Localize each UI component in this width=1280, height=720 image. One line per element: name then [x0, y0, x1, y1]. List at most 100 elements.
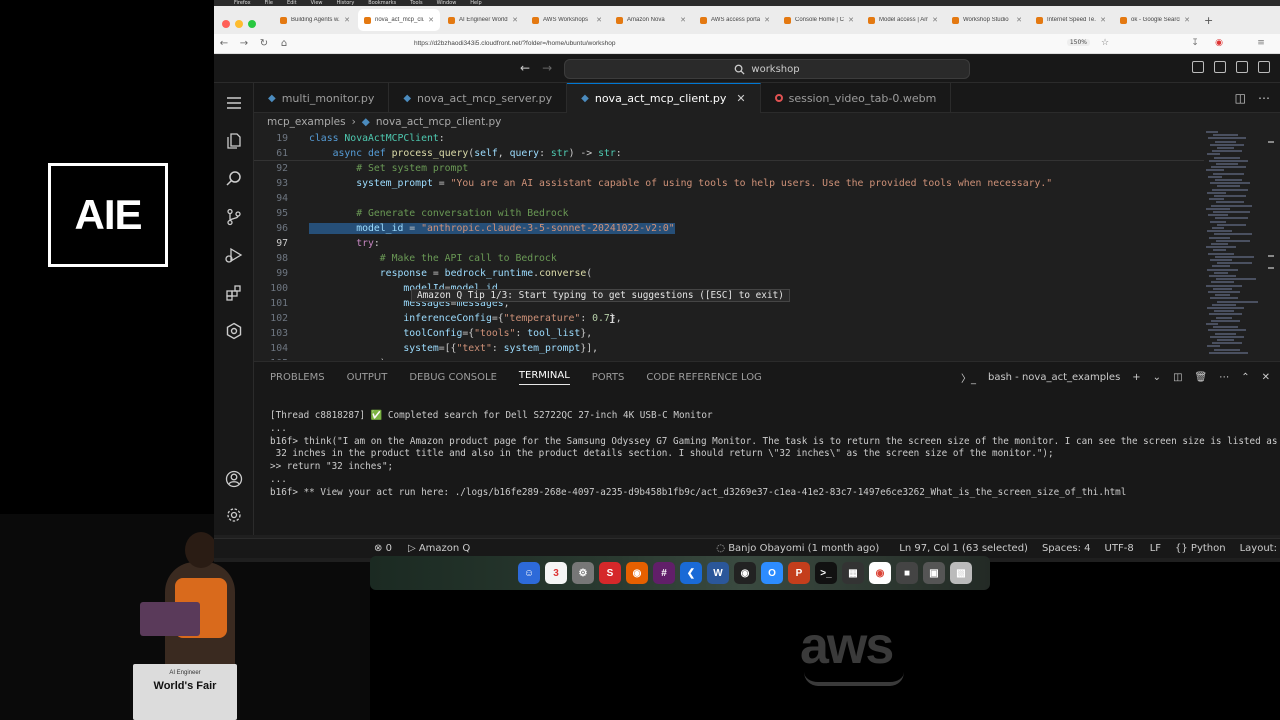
- cursor-app-icon[interactable]: ▦: [842, 562, 864, 584]
- breadcrumb-folder[interactable]: mcp_examples: [267, 116, 346, 128]
- browser-tab[interactable]: Building Agents w... ✕: [274, 9, 356, 31]
- panel-tab-problems[interactable]: PROBLEMS: [270, 372, 325, 383]
- source-control-icon[interactable]: [224, 207, 244, 227]
- cursor-position[interactable]: Ln 97, Col 1 (63 selected): [899, 543, 1028, 554]
- close-tab-icon[interactable]: ✕: [764, 16, 770, 24]
- problems-status[interactable]: ⊗ 0: [374, 543, 392, 554]
- indentation[interactable]: Spaces: 4: [1042, 543, 1091, 554]
- code-line[interactable]: 92 # Set system prompt: [254, 161, 1204, 176]
- amazon-q-status[interactable]: ▷ Amazon Q: [408, 543, 470, 554]
- chrome-icon[interactable]: ◉: [869, 562, 891, 584]
- git-blame[interactable]: ◌ Banjo Obayomi (1 month ago): [716, 543, 879, 554]
- close-tab-icon[interactable]: ✕: [932, 16, 938, 24]
- downloads-icon[interactable]: ↧: [1190, 38, 1200, 48]
- close-tab-icon[interactable]: ✕: [1100, 16, 1106, 24]
- close-window-icon[interactable]: [222, 20, 230, 28]
- preview-icon[interactable]: ▣: [923, 562, 945, 584]
- toggle-sidebar-icon[interactable]: [1192, 61, 1204, 73]
- minimize-window-icon[interactable]: [235, 20, 243, 28]
- code-line[interactable]: 99 response = bedrock_runtime.converse(: [254, 266, 1204, 281]
- menu-icon[interactable]: [224, 93, 244, 113]
- panel-tab-code-reference-log[interactable]: CODE REFERENCE LOG: [646, 372, 761, 383]
- forward-icon[interactable]: →: [234, 38, 254, 49]
- calendar-icon[interactable]: 3: [545, 562, 567, 584]
- panel-tab-output[interactable]: OUTPUT: [347, 372, 388, 383]
- code-line[interactable]: 103 toolConfig={"tools": tool_list},: [254, 326, 1204, 341]
- command-center[interactable]: workshop: [564, 59, 970, 79]
- menu-icon[interactable]: ≡: [1256, 38, 1266, 48]
- firefox-icon[interactable]: ◉: [626, 562, 648, 584]
- terminal-output[interactable]: [Thread c8818287] ✅ Completed search for…: [270, 410, 1280, 500]
- breadcrumb-file[interactable]: nova_act_mcp_client.py: [376, 116, 502, 128]
- close-tab-icon[interactable]: ✕: [1016, 16, 1022, 24]
- go-forward-icon[interactable]: →: [542, 61, 552, 75]
- tab-session-video[interactable]: session_video_tab-0.webm: [761, 83, 952, 113]
- close-tab-icon[interactable]: ✕: [428, 16, 434, 24]
- panel-tab-terminal[interactable]: TERMINAL: [518, 370, 570, 385]
- close-panel-icon[interactable]: ✕: [1262, 372, 1270, 383]
- encoding[interactable]: UTF-8: [1105, 543, 1134, 554]
- code-line[interactable]: 102 inferenceConfig={"temperature": 0.7}…: [254, 311, 1204, 326]
- tab-nova-act-mcp-server[interactable]: ◆ nova_act_mcp_server.py: [389, 83, 568, 113]
- code-line[interactable]: 105 ): [254, 356, 1204, 360]
- zoom-window-icon[interactable]: [248, 20, 256, 28]
- go-back-icon[interactable]: ←: [520, 61, 530, 75]
- close-tab-icon[interactable]: ✕: [596, 16, 602, 24]
- code-line[interactable]: 98 # Make the API call to Bedrock: [254, 251, 1204, 266]
- search-icon[interactable]: [224, 169, 244, 189]
- trash-icon[interactable]: 🗑: [1195, 372, 1208, 383]
- minimap[interactable]: [1206, 131, 1258, 360]
- split-editor-icon[interactable]: ◫: [1235, 91, 1246, 105]
- close-tab-icon[interactable]: ✕: [736, 92, 745, 105]
- back-icon[interactable]: ←: [214, 38, 234, 49]
- browser-tab[interactable]: AWS Workshops ✕: [526, 9, 608, 31]
- amazon-q-icon[interactable]: [224, 321, 244, 341]
- close-tab-icon[interactable]: ✕: [680, 16, 686, 24]
- toggle-secondary-sidebar-icon[interactable]: [1236, 61, 1248, 73]
- browser-tab[interactable]: AWS access portal ✕: [694, 9, 776, 31]
- manage-gear-icon[interactable]: [224, 505, 244, 525]
- vscode-icon[interactable]: ❮: [680, 562, 702, 584]
- browser-tab[interactable]: nova_act_mcp_cli... ✕: [358, 9, 440, 31]
- toggle-panel-icon[interactable]: [1214, 61, 1226, 73]
- screen-recorder-icon[interactable]: ■: [896, 562, 918, 584]
- bookmark-star-icon[interactable]: ☆: [1100, 38, 1110, 48]
- language-mode[interactable]: {} Python: [1175, 543, 1226, 554]
- outlook-icon[interactable]: O: [761, 562, 783, 584]
- tab-nova-act-mcp-client[interactable]: ◆ nova_act_mcp_client.py ✕: [567, 83, 761, 113]
- terminal-app-icon[interactable]: >_: [815, 562, 837, 584]
- editor-scrollbar[interactable]: [1266, 131, 1276, 360]
- account-icon[interactable]: [224, 469, 244, 489]
- slack-icon[interactable]: S: [599, 562, 621, 584]
- code-line[interactable]: 93 system_prompt = "You are an AI assist…: [254, 176, 1204, 191]
- home-icon[interactable]: ⌂: [274, 38, 294, 49]
- powerpoint-icon[interactable]: P: [788, 562, 810, 584]
- explorer-icon[interactable]: [224, 131, 244, 151]
- code-editor[interactable]: 105 )104 system=[{"text": system_prompt}…: [254, 131, 1280, 360]
- more-actions-icon[interactable]: ⋯: [1219, 372, 1229, 383]
- more-actions-icon[interactable]: ⋯: [1258, 91, 1270, 105]
- slack-workspace-icon[interactable]: #: [653, 562, 675, 584]
- finder-icon[interactable]: ☺: [518, 562, 540, 584]
- reload-icon[interactable]: ↻: [254, 38, 274, 49]
- close-tab-icon[interactable]: ✕: [1184, 16, 1190, 24]
- zoom-level[interactable]: 150%: [1066, 39, 1090, 46]
- browser-tab[interactable]: Console Home | Co... ✕: [778, 9, 860, 31]
- code-line[interactable]: 104 system=[{"text": system_prompt}],: [254, 341, 1204, 356]
- browser-tab[interactable]: AI Engineer World's... ✕: [442, 9, 524, 31]
- browser-tab[interactable]: Workshop Studio ✕: [946, 9, 1028, 31]
- trash-icon[interactable]: ▧: [950, 562, 972, 584]
- browser-tab[interactable]: Amazon Nova ✕: [610, 9, 692, 31]
- keyboard-layout[interactable]: Layout: U.S.: [1240, 543, 1280, 554]
- panel-tab-debug-console[interactable]: DEBUG CONSOLE: [409, 372, 497, 383]
- panel-tab-ports[interactable]: PORTS: [592, 372, 625, 383]
- split-terminal-icon[interactable]: ◫: [1173, 372, 1182, 383]
- close-tab-icon[interactable]: ✕: [848, 16, 854, 24]
- chevron-down-icon[interactable]: ⌄: [1153, 372, 1161, 383]
- settings-icon[interactable]: ⚙: [572, 562, 594, 584]
- code-line[interactable]: 94: [254, 191, 1204, 206]
- code-line[interactable]: 96 model_id = "anthropic.claude-3-5-sonn…: [254, 221, 1204, 236]
- code-line[interactable]: 19 class NovaActMCPClient:: [254, 131, 1204, 146]
- browser-tab[interactable]: Internet Speed Te... ✕: [1030, 9, 1112, 31]
- end-of-line[interactable]: LF: [1150, 543, 1161, 554]
